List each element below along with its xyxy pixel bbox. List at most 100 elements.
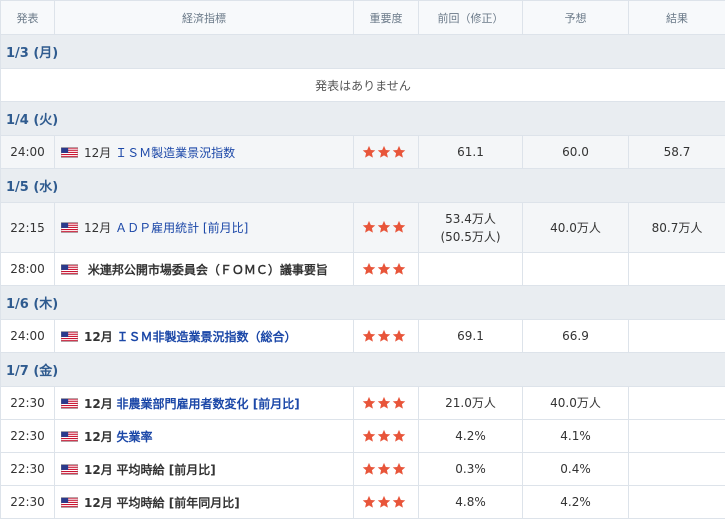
us-flag-icon xyxy=(61,398,78,409)
importance-rating xyxy=(353,319,419,353)
date-label: 1/4 (火) xyxy=(0,101,725,136)
star-icon xyxy=(392,145,406,159)
event-time: 24:00 xyxy=(0,319,55,353)
date-row: 1/7 (金) xyxy=(0,352,725,387)
event-month: 12月 xyxy=(84,145,112,160)
date-label: 1/7 (金) xyxy=(0,352,725,387)
previous-value-revised: (50.5万人) xyxy=(440,229,501,244)
indicator-name: 平均時給 [前月比] xyxy=(116,462,216,477)
event-month: 12月 xyxy=(84,429,113,444)
forecast-value: 40.0万人 xyxy=(522,386,629,420)
event-time: 22:30 xyxy=(0,419,55,453)
indicator-link[interactable]: ＩＳＭ非製造業景況指数（総合） xyxy=(117,330,297,344)
importance-rating xyxy=(353,452,419,486)
star-icon xyxy=(392,396,406,410)
previous-value: 69.1 xyxy=(418,319,523,353)
importance-rating xyxy=(353,485,419,519)
event-time: 22:30 xyxy=(0,452,55,486)
us-flag-icon xyxy=(61,497,78,508)
event-row[interactable]: 24:00 12月 ＩＳＭ非製造業景況指数（総合） 69.1 66.9 xyxy=(0,319,725,353)
importance-rating xyxy=(353,202,419,253)
indicator-link[interactable]: 失業率 xyxy=(117,430,153,444)
previous-value: 53.4万人 (50.5万人) xyxy=(418,202,523,253)
date-row: 1/4 (火) xyxy=(0,101,725,136)
no-events-text: 発表はありません xyxy=(0,68,725,102)
event-time: 22:30 xyxy=(0,485,55,519)
event-row[interactable]: 22:30 12月 平均時給 [前月比] 0.3% 0.4% xyxy=(0,452,725,486)
indicator-name: 米連邦公開市場委員会（ＦＯＭＣ）議事要旨 xyxy=(87,262,328,277)
event-indicator: 米連邦公開市場委員会（ＦＯＭＣ）議事要旨 xyxy=(54,252,354,286)
event-month: 12月 xyxy=(84,495,113,510)
event-time: 22:15 xyxy=(0,202,55,253)
star-icon xyxy=(362,329,376,343)
star-icon xyxy=(392,429,406,443)
previous-value: 61.1 xyxy=(418,135,523,169)
event-indicator: 12月 平均時給 [前月比] xyxy=(54,452,354,486)
star-icon xyxy=(362,462,376,476)
event-row[interactable]: 22:30 12月 平均時給 [前年同月比] 4.8% 4.2% xyxy=(0,485,725,519)
event-month: 12月 xyxy=(84,329,113,344)
star-icon xyxy=(362,396,376,410)
event-month: 12月 xyxy=(84,462,113,477)
importance-rating xyxy=(353,135,419,169)
star-icon xyxy=(392,495,406,509)
event-indicator: 12月 ＩＳＭ製造業景況指数 xyxy=(54,135,354,169)
star-icon xyxy=(377,220,391,234)
star-icon xyxy=(362,429,376,443)
result-value: 80.7万人 xyxy=(628,202,725,253)
indicator-link[interactable]: 非農業部門雇用者数変化 [前月比] xyxy=(117,397,300,411)
star-icon xyxy=(362,145,376,159)
star-icon xyxy=(392,329,406,343)
us-flag-icon xyxy=(61,331,78,342)
date-row: 1/5 (水) xyxy=(0,168,725,203)
header-importance: 重要度 xyxy=(353,0,419,35)
us-flag-icon xyxy=(61,431,78,442)
result-value xyxy=(628,319,725,353)
forecast-value: 40.0万人 xyxy=(522,202,629,253)
event-indicator: 12月 ＩＳＭ非製造業景況指数（総合） xyxy=(54,319,354,353)
no-events-row: 発表はありません xyxy=(0,68,725,102)
date-label: 1/5 (水) xyxy=(0,168,725,203)
star-icon xyxy=(377,495,391,509)
result-value xyxy=(628,252,725,286)
header-previous: 前回（修正） xyxy=(418,0,523,35)
forecast-value: 4.2% xyxy=(522,485,629,519)
indicator-link[interactable]: ＡＤＰ雇用統計 [前月比] xyxy=(115,221,248,235)
economic-calendar-table: 発表 経済指標 重要度 前回（修正） 予想 結果 1/3 (月) 発表はありませ… xyxy=(0,0,725,519)
event-indicator: 12月 非農業部門雇用者数変化 [前月比] xyxy=(54,386,354,420)
event-row[interactable]: 22:30 12月 失業率 4.2% 4.1% xyxy=(0,419,725,453)
star-icon xyxy=(362,262,376,276)
star-icon xyxy=(377,262,391,276)
previous-value: 0.3% xyxy=(418,452,523,486)
result-value xyxy=(628,419,725,453)
event-row[interactable]: 28:00 米連邦公開市場委員会（ＦＯＭＣ）議事要旨 xyxy=(0,252,725,286)
indicator-name: 平均時給 [前年同月比] xyxy=(116,495,240,510)
result-value xyxy=(628,485,725,519)
forecast-value xyxy=(522,252,629,286)
previous-value xyxy=(418,252,523,286)
forecast-value: 0.4% xyxy=(522,452,629,486)
event-row[interactable]: 22:15 12月 ＡＤＰ雇用統計 [前月比] 53.4万人 (50.5万人) … xyxy=(0,202,725,253)
forecast-value: 4.1% xyxy=(522,419,629,453)
event-row[interactable]: 24:00 12月 ＩＳＭ製造業景況指数 61.1 60.0 58.7 xyxy=(0,135,725,169)
event-row[interactable]: 22:30 12月 非農業部門雇用者数変化 [前月比] 21.0万人 40.0万… xyxy=(0,386,725,420)
importance-rating xyxy=(353,386,419,420)
header-row: 発表 経済指標 重要度 前回（修正） 予想 結果 xyxy=(0,0,725,35)
star-icon xyxy=(392,462,406,476)
date-row: 1/6 (木) xyxy=(0,285,725,320)
previous-value: 4.2% xyxy=(418,419,523,453)
star-icon xyxy=(377,429,391,443)
event-time: 28:00 xyxy=(0,252,55,286)
indicator-link[interactable]: ＩＳＭ製造業景況指数 xyxy=(115,146,235,160)
header-indicator: 経済指標 xyxy=(54,0,354,35)
event-indicator: 12月 ＡＤＰ雇用統計 [前月比] xyxy=(54,202,354,253)
forecast-value: 60.0 xyxy=(522,135,629,169)
previous-value-main: 53.4万人 xyxy=(445,211,496,226)
date-row: 1/3 (月) xyxy=(0,34,725,69)
star-icon xyxy=(377,462,391,476)
previous-value: 21.0万人 xyxy=(418,386,523,420)
importance-rating xyxy=(353,252,419,286)
result-value: 58.7 xyxy=(628,135,725,169)
us-flag-icon xyxy=(61,264,78,275)
header-result: 結果 xyxy=(628,0,725,35)
